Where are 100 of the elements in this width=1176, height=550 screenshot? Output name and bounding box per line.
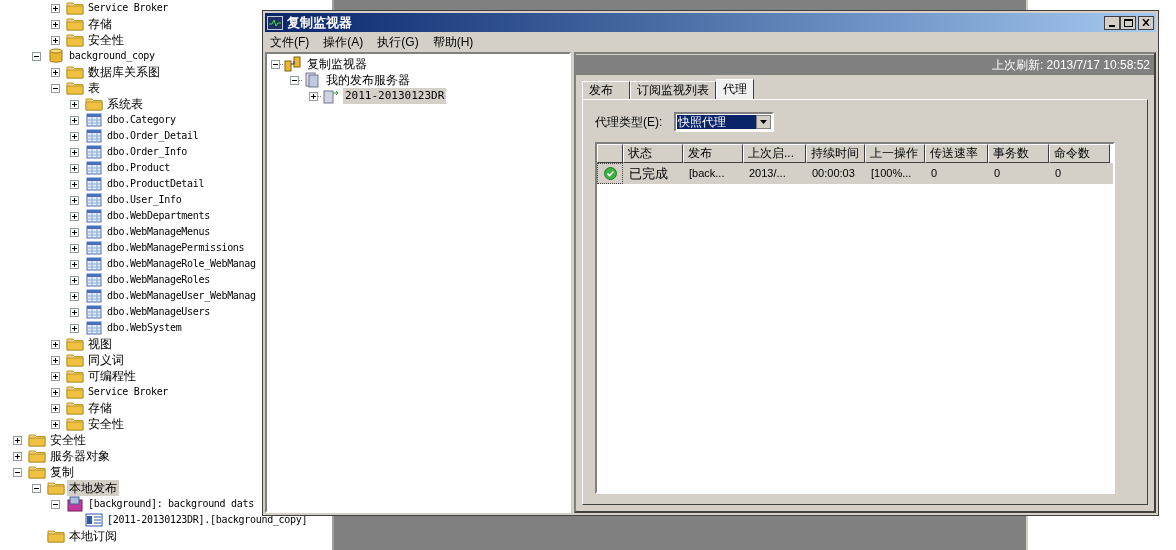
collapse-icon[interactable] <box>13 467 22 477</box>
column-header[interactable]: 发布 <box>683 144 743 163</box>
tree-item[interactable]: 复制监视器 <box>305 56 369 72</box>
tree-item[interactable]: dbo.ProductDetail <box>105 176 207 192</box>
tree-item[interactable]: 存储 <box>86 400 114 416</box>
column-header[interactable]: 状态 <box>623 144 683 163</box>
expand-icon[interactable] <box>70 243 79 253</box>
tree-item[interactable]: 表 <box>86 80 102 96</box>
tab[interactable]: 发布 <box>582 81 630 99</box>
expand-icon[interactable] <box>51 3 60 13</box>
table-cell-text: 2013/... <box>748 166 787 181</box>
tree-item[interactable]: Service Broker <box>86 384 171 400</box>
tree-item[interactable]: 我的发布服务器 <box>324 72 412 88</box>
folder-icon <box>66 65 84 79</box>
expand-icon[interactable] <box>70 259 79 269</box>
tree-item[interactable]: 系统表 <box>105 96 145 112</box>
expand-icon[interactable] <box>309 91 318 101</box>
column-header[interactable]: 持续时间 <box>806 144 865 163</box>
expand-icon[interactable] <box>51 339 60 349</box>
tree-item[interactable]: 安全性 <box>86 416 126 432</box>
expand-icon[interactable] <box>51 371 60 381</box>
tree-item[interactable]: 可编程性 <box>86 368 138 384</box>
collapse-icon[interactable] <box>51 83 60 93</box>
column-header[interactable]: 事务数 <box>988 144 1049 163</box>
expand-icon[interactable] <box>70 99 79 109</box>
table-icon <box>86 225 102 239</box>
column-header[interactable]: 传送速率 <box>925 144 988 163</box>
expand-icon[interactable] <box>70 115 79 125</box>
expand-icon[interactable] <box>51 19 60 29</box>
expand-icon[interactable] <box>70 195 79 205</box>
expand-icon[interactable] <box>70 227 79 237</box>
tree-item[interactable]: 数据库关系图 <box>86 64 162 80</box>
menu-item[interactable]: 帮助(H) <box>432 33 474 51</box>
menu-item[interactable]: 文件(F) <box>270 33 310 51</box>
tree-item[interactable]: dbo.WebManageUsers <box>105 304 212 320</box>
tree-item[interactable]: dbo.Order_Info <box>105 144 190 160</box>
expand-icon[interactable] <box>51 403 60 413</box>
tree-item[interactable]: 本地发布 <box>67 480 119 496</box>
tree-item[interactable]: [background]: background dats <box>86 496 256 512</box>
tree-item[interactable]: dbo.Order_Detail <box>105 128 201 144</box>
tab[interactable]: 订阅监视列表 <box>630 81 716 99</box>
maximize-button[interactable] <box>1120 15 1136 30</box>
agent-type-dropdown[interactable]: 快照代理 <box>674 112 775 132</box>
tree-item[interactable]: dbo.WebSystem <box>105 320 184 336</box>
expand-icon[interactable] <box>70 179 79 189</box>
tree-item[interactable]: 2011-20130123DR <box>343 88 447 104</box>
tree-item[interactable]: dbo.Product <box>105 160 172 176</box>
tree-item[interactable]: 安全性 <box>86 32 126 48</box>
tree-item[interactable]: dbo.WebManageRoles <box>105 272 212 288</box>
column-header[interactable]: 上一操作 <box>865 144 925 163</box>
collapse-icon[interactable] <box>32 483 41 493</box>
table-cell-text: 0 <box>930 166 939 181</box>
grid-row[interactable]: 已完成 [back... 2013/... 00:00:03 [100%... 0 0 0 <box>597 163 1113 184</box>
expand-icon[interactable] <box>70 275 79 285</box>
tree-item[interactable]: dbo.WebManageMenus <box>105 224 212 240</box>
menu-item[interactable]: 执行(G) <box>377 33 419 51</box>
tree-item[interactable]: 存储 <box>86 16 114 32</box>
expand-icon[interactable] <box>51 387 60 397</box>
tree-item[interactable]: Service Broker <box>86 0 171 16</box>
column-header[interactable]: 命令数 <box>1049 144 1110 163</box>
tab[interactable]: 代理 <box>716 79 754 99</box>
close-button[interactable] <box>1138 15 1154 30</box>
folder-icon <box>28 433 46 447</box>
tree-item[interactable]: dbo.User_Info <box>105 192 184 208</box>
tree-item[interactable]: 服务器对象 <box>48 448 112 464</box>
tree-item[interactable]: 同义词 <box>86 352 126 368</box>
tree-item[interactable]: dbo.WebDepartments <box>105 208 212 224</box>
expand-icon[interactable] <box>13 451 22 461</box>
collapse-icon[interactable] <box>51 499 60 509</box>
minimize-button[interactable] <box>1104 15 1120 30</box>
collapse-icon[interactable] <box>290 75 299 85</box>
tree-item[interactable]: [2011-20130123DR].[background_copy] <box>105 512 310 528</box>
expand-icon[interactable] <box>70 211 79 221</box>
expand-icon[interactable] <box>70 131 79 141</box>
tree-item[interactable]: dbo.Category <box>105 112 178 128</box>
collapse-icon[interactable] <box>271 59 280 69</box>
expand-icon[interactable] <box>70 163 79 173</box>
expand-icon[interactable] <box>70 291 79 301</box>
menu-item[interactable]: 操作(A) <box>323 33 364 51</box>
tree-item[interactable]: 视图 <box>86 336 114 352</box>
tree-item[interactable]: 安全性 <box>48 432 88 448</box>
tree-item[interactable]: dbo.WebManagePermissions <box>105 240 247 256</box>
expand-icon[interactable] <box>51 35 60 45</box>
expand-icon[interactable] <box>70 323 79 333</box>
tree-item[interactable]: background_copy <box>67 48 157 64</box>
table-icon <box>86 257 102 271</box>
tree-item[interactable]: dbo.WebManageRole_WebManag <box>105 256 258 272</box>
collapse-icon[interactable] <box>32 51 41 61</box>
tree-item[interactable]: 本地订阅 <box>67 528 119 544</box>
tree-item[interactable]: 复制 <box>48 464 76 480</box>
tree-item[interactable]: dbo.WebManageUser_WebManag <box>105 288 258 304</box>
database-icon <box>49 48 63 64</box>
table-cell-text: 已完成 <box>628 165 669 183</box>
expand-icon[interactable] <box>13 435 22 445</box>
expand-icon[interactable] <box>51 355 60 365</box>
expand-icon[interactable] <box>51 419 60 429</box>
expand-icon[interactable] <box>70 307 79 317</box>
expand-icon[interactable] <box>70 147 79 157</box>
expand-icon[interactable] <box>51 67 60 77</box>
column-header[interactable]: 上次启... <box>743 144 806 163</box>
